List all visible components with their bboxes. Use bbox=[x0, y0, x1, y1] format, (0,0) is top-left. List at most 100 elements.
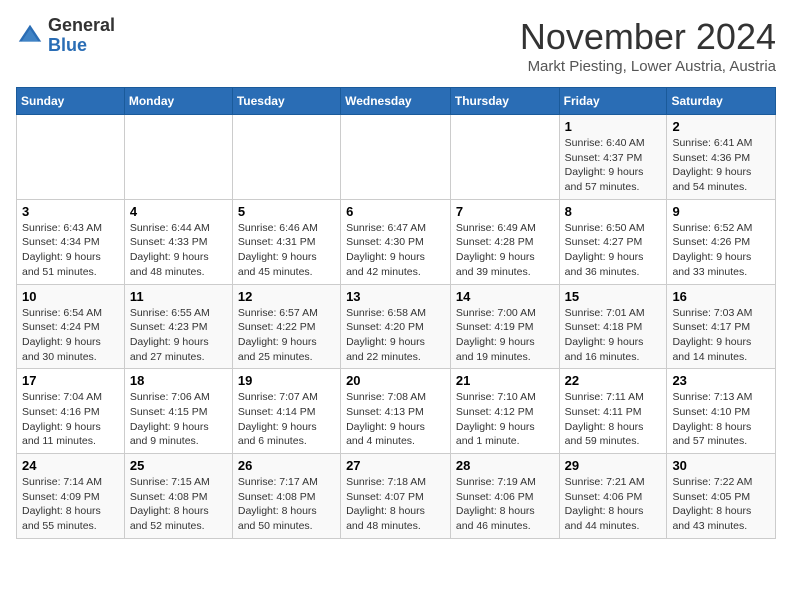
calendar-cell: 20 Sunrise: 7:08 AM Sunset: 4:13 PM Dayli… bbox=[341, 369, 451, 454]
calendar-cell: 2 Sunrise: 6:41 AM Sunset: 4:36 PM Daylig… bbox=[667, 115, 776, 200]
calendar-week-row: 3 Sunrise: 6:43 AM Sunset: 4:34 PM Daylig… bbox=[17, 199, 776, 284]
day-number: 25 bbox=[130, 458, 227, 473]
day-info: Sunrise: 7:15 AM Sunset: 4:08 PM Dayligh… bbox=[130, 475, 227, 534]
day-info: Sunrise: 6:44 AM Sunset: 4:33 PM Dayligh… bbox=[130, 221, 227, 280]
day-number: 2 bbox=[672, 119, 770, 134]
day-info: Sunrise: 6:41 AM Sunset: 4:36 PM Dayligh… bbox=[672, 136, 770, 195]
day-number: 24 bbox=[22, 458, 119, 473]
day-info: Sunrise: 7:06 AM Sunset: 4:15 PM Dayligh… bbox=[130, 390, 227, 449]
calendar-cell: 22 Sunrise: 7:11 AM Sunset: 4:11 PM Dayli… bbox=[559, 369, 667, 454]
weekday-header: Thursday bbox=[450, 88, 559, 115]
day-number: 7 bbox=[456, 204, 554, 219]
day-info: Sunrise: 7:10 AM Sunset: 4:12 PM Dayligh… bbox=[456, 390, 554, 449]
day-number: 5 bbox=[238, 204, 335, 219]
calendar-cell: 12Sunrise: 6:57 AM Sunset: 4:22 PM Dayli… bbox=[232, 284, 340, 369]
day-number: 6 bbox=[346, 204, 445, 219]
day-info: Sunrise: 7:08 AM Sunset: 4:13 PM Dayligh… bbox=[346, 390, 445, 449]
location-subtitle: Markt Piesting, Lower Austria, Austria bbox=[520, 58, 776, 75]
calendar-cell: 6 Sunrise: 6:47 AM Sunset: 4:30 PM Daylig… bbox=[341, 199, 451, 284]
day-number: 9 bbox=[672, 204, 770, 219]
logo-general: General bbox=[48, 15, 115, 35]
day-number: 11 bbox=[130, 289, 227, 304]
weekday-header: Saturday bbox=[667, 88, 776, 115]
day-number: 15 bbox=[565, 289, 662, 304]
calendar-cell: 18 Sunrise: 7:06 AM Sunset: 4:15 PM Dayli… bbox=[124, 369, 232, 454]
day-info: Sunrise: 7:03 AM Sunset: 4:17 PM Dayligh… bbox=[672, 306, 770, 365]
calendar-header-row: SundayMondayTuesdayWednesdayThursdayFrid… bbox=[17, 88, 776, 115]
day-info: Sunrise: 7:00 AM Sunset: 4:19 PM Dayligh… bbox=[456, 306, 554, 365]
calendar-cell: 14Sunrise: 7:00 AM Sunset: 4:19 PM Dayli… bbox=[450, 284, 559, 369]
weekday-header: Tuesday bbox=[232, 88, 340, 115]
calendar-cell: 1 Sunrise: 6:40 AM Sunset: 4:37 PM Daylig… bbox=[559, 115, 667, 200]
day-info: Sunrise: 6:46 AM Sunset: 4:31 PM Dayligh… bbox=[238, 221, 335, 280]
calendar-cell: 23Sunrise: 7:13 AM Sunset: 4:10 PM Dayli… bbox=[667, 369, 776, 454]
month-title: November 2024 bbox=[520, 16, 776, 58]
calendar-week-row: 24 Sunrise: 7:14 AM Sunset: 4:09 PM Dayli… bbox=[17, 454, 776, 539]
calendar-cell: 5 Sunrise: 6:46 AM Sunset: 4:31 PM Daylig… bbox=[232, 199, 340, 284]
day-number: 20 bbox=[346, 373, 445, 388]
day-info: Sunrise: 7:19 AM Sunset: 4:06 PM Dayligh… bbox=[456, 475, 554, 534]
calendar-cell: 8 Sunrise: 6:50 AM Sunset: 4:27 PM Daylig… bbox=[559, 199, 667, 284]
page-header: General Blue November 2024 Markt Piestin… bbox=[16, 16, 776, 75]
day-number: 21 bbox=[456, 373, 554, 388]
calendar-cell bbox=[17, 115, 125, 200]
calendar-cell: 19 Sunrise: 7:07 AM Sunset: 4:14 PM Dayli… bbox=[232, 369, 340, 454]
day-number: 1 bbox=[565, 119, 662, 134]
day-info: Sunrise: 6:55 AM Sunset: 4:23 PM Dayligh… bbox=[130, 306, 227, 365]
day-info: Sunrise: 7:14 AM Sunset: 4:09 PM Dayligh… bbox=[22, 475, 119, 534]
day-info: Sunrise: 7:07 AM Sunset: 4:14 PM Dayligh… bbox=[238, 390, 335, 449]
calendar-cell: 11 Sunrise: 6:55 AM Sunset: 4:23 PM Dayli… bbox=[124, 284, 232, 369]
calendar-cell bbox=[232, 115, 340, 200]
day-info: Sunrise: 7:11 AM Sunset: 4:11 PM Dayligh… bbox=[565, 390, 662, 449]
day-info: Sunrise: 7:21 AM Sunset: 4:06 PM Dayligh… bbox=[565, 475, 662, 534]
logo: General Blue bbox=[16, 16, 115, 56]
calendar-cell: 29 Sunrise: 7:21 AM Sunset: 4:06 PM Dayli… bbox=[559, 454, 667, 539]
day-number: 29 bbox=[565, 458, 662, 473]
calendar-cell: 26Sunrise: 7:17 AM Sunset: 4:08 PM Dayli… bbox=[232, 454, 340, 539]
calendar-week-row: 17Sunrise: 7:04 AM Sunset: 4:16 PM Dayli… bbox=[17, 369, 776, 454]
title-block: November 2024 Markt Piesting, Lower Aust… bbox=[520, 16, 776, 75]
calendar-cell: 24 Sunrise: 7:14 AM Sunset: 4:09 PM Dayli… bbox=[17, 454, 125, 539]
day-number: 8 bbox=[565, 204, 662, 219]
calendar-cell: 9 Sunrise: 6:52 AM Sunset: 4:26 PM Daylig… bbox=[667, 199, 776, 284]
day-number: 26 bbox=[238, 458, 335, 473]
calendar-cell: 25 Sunrise: 7:15 AM Sunset: 4:08 PM Dayli… bbox=[124, 454, 232, 539]
day-info: Sunrise: 7:01 AM Sunset: 4:18 PM Dayligh… bbox=[565, 306, 662, 365]
weekday-header: Friday bbox=[559, 88, 667, 115]
day-number: 16 bbox=[672, 289, 770, 304]
calendar-cell: 21 Sunrise: 7:10 AM Sunset: 4:12 PM Dayli… bbox=[450, 369, 559, 454]
logo-text: General Blue bbox=[48, 16, 115, 56]
day-number: 12 bbox=[238, 289, 335, 304]
calendar-cell: 4 Sunrise: 6:44 AM Sunset: 4:33 PM Daylig… bbox=[124, 199, 232, 284]
calendar-cell bbox=[124, 115, 232, 200]
calendar-cell bbox=[450, 115, 559, 200]
calendar-cell: 17Sunrise: 7:04 AM Sunset: 4:16 PM Dayli… bbox=[17, 369, 125, 454]
day-info: Sunrise: 6:40 AM Sunset: 4:37 PM Dayligh… bbox=[565, 136, 662, 195]
day-info: Sunrise: 6:50 AM Sunset: 4:27 PM Dayligh… bbox=[565, 221, 662, 280]
day-info: Sunrise: 6:58 AM Sunset: 4:20 PM Dayligh… bbox=[346, 306, 445, 365]
day-number: 22 bbox=[565, 373, 662, 388]
day-info: Sunrise: 6:47 AM Sunset: 4:30 PM Dayligh… bbox=[346, 221, 445, 280]
day-number: 4 bbox=[130, 204, 227, 219]
calendar-cell: 13Sunrise: 6:58 AM Sunset: 4:20 PM Dayli… bbox=[341, 284, 451, 369]
day-number: 19 bbox=[238, 373, 335, 388]
weekday-header: Sunday bbox=[17, 88, 125, 115]
day-number: 17 bbox=[22, 373, 119, 388]
day-number: 18 bbox=[130, 373, 227, 388]
day-number: 3 bbox=[22, 204, 119, 219]
day-number: 27 bbox=[346, 458, 445, 473]
logo-blue: Blue bbox=[48, 35, 87, 55]
calendar-cell: 3 Sunrise: 6:43 AM Sunset: 4:34 PM Daylig… bbox=[17, 199, 125, 284]
weekday-header: Wednesday bbox=[341, 88, 451, 115]
day-number: 10 bbox=[22, 289, 119, 304]
day-info: Sunrise: 6:52 AM Sunset: 4:26 PM Dayligh… bbox=[672, 221, 770, 280]
calendar-week-row: 10Sunrise: 6:54 AM Sunset: 4:24 PM Dayli… bbox=[17, 284, 776, 369]
day-info: Sunrise: 6:49 AM Sunset: 4:28 PM Dayligh… bbox=[456, 221, 554, 280]
weekday-header: Monday bbox=[124, 88, 232, 115]
day-info: Sunrise: 6:43 AM Sunset: 4:34 PM Dayligh… bbox=[22, 221, 119, 280]
day-number: 30 bbox=[672, 458, 770, 473]
day-number: 23 bbox=[672, 373, 770, 388]
day-info: Sunrise: 7:18 AM Sunset: 4:07 PM Dayligh… bbox=[346, 475, 445, 534]
calendar-cell: 28 Sunrise: 7:19 AM Sunset: 4:06 PM Dayli… bbox=[450, 454, 559, 539]
day-number: 28 bbox=[456, 458, 554, 473]
